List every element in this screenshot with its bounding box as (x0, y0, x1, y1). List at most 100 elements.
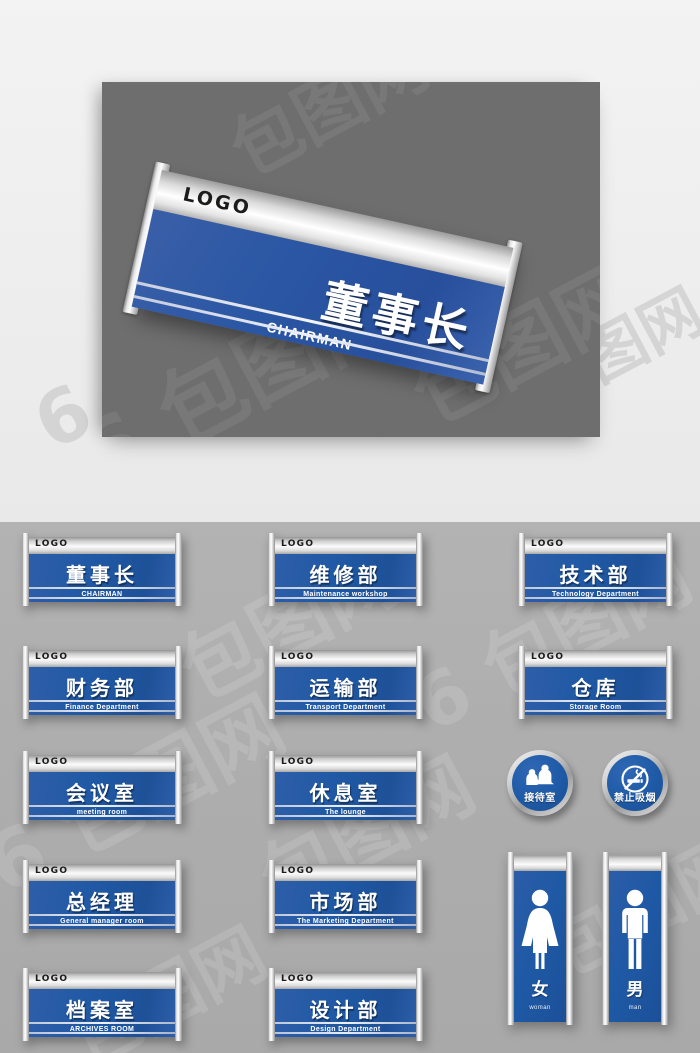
sign-title-cn: 市场部 (309, 890, 382, 914)
sign-divider (273, 700, 418, 702)
sign-divider (273, 1022, 418, 1024)
sign-divider-lower (27, 924, 177, 926)
sign-body: 财务部 Finance Department (27, 667, 177, 715)
sign-card[interactable]: LOGO 档案室 ARCHIVES ROOM (22, 968, 182, 1041)
sign-card[interactable]: LOGO 运输部 Transport Department (268, 646, 423, 719)
sign-body: 设计部 Design Department (273, 989, 418, 1037)
sign-left-rail (22, 533, 29, 606)
sign-header-strip: LOGO (27, 537, 177, 554)
sign-card[interactable]: LOGO 仓库 Storage Room (518, 646, 673, 719)
sign-left-rail (518, 646, 525, 719)
sign-body: 休息室 The lounge (273, 772, 418, 820)
vertical-sign[interactable]: 女 woman (507, 852, 573, 1025)
circular-sign-label: 禁止吸烟 (614, 793, 656, 804)
sign-left-rail (22, 860, 29, 933)
sign-card[interactable]: LOGO 会议室 meeting room (22, 751, 182, 824)
sign-left-rail (22, 751, 29, 824)
sign-title-cn: 档案室 (66, 998, 138, 1022)
sign-title-cn: 仓库 (571, 676, 620, 700)
sign-logo-label: LOGO (35, 652, 69, 662)
sign-title-cn: 总经理 (66, 890, 138, 914)
sign-header-strip: LOGO (273, 650, 418, 667)
sign-divider (27, 805, 177, 807)
sign-card[interactable]: LOGO 休息室 The lounge (268, 751, 423, 824)
vertical-sign-title-en: man (628, 1005, 642, 1011)
sign-title-cn: 董事长 (66, 563, 138, 587)
sign-left-rail (268, 968, 275, 1041)
sign-left-rail (268, 860, 275, 933)
sign-divider (273, 805, 418, 807)
sign-title-cn: 财务部 (66, 676, 138, 700)
sign-left-rail (268, 646, 275, 719)
hero-section: 6 包图网 包图网 6 包图网 包图网 包图网 LOGO 董事长 CHAIRMA… (0, 0, 700, 522)
sign-right-rail (666, 646, 673, 719)
sign-logo-label: LOGO (281, 539, 315, 549)
sign-divider-lower (27, 815, 177, 817)
sign-card[interactable]: LOGO 财务部 Finance Department (22, 646, 182, 719)
sign-body: 技术部 Technology Department (523, 554, 668, 602)
sign-logo-label: LOGO (281, 974, 315, 984)
circular-sign[interactable]: 接待室 (507, 750, 573, 816)
sign-body: 总经理 General manager room (27, 881, 177, 929)
sign-header-strip: LOGO (27, 755, 177, 772)
sign-divider-lower (273, 815, 418, 817)
sign-divider-lower (273, 597, 418, 599)
sign-header-strip: LOGO (273, 537, 418, 554)
sign-card[interactable]: LOGO 设计部 Design Department (268, 968, 423, 1041)
vertical-sign-title-cn: 女 (531, 980, 549, 1000)
plaque-logo-label: LOGO (180, 183, 254, 220)
sign-divider (27, 700, 177, 702)
sign-divider-lower (523, 597, 668, 599)
sign-logo-label: LOGO (531, 652, 565, 662)
circular-sign[interactable]: 禁止吸烟 (602, 750, 668, 816)
sign-card[interactable]: LOGO 董事长 CHAIRMAN (22, 533, 182, 606)
sign-header-strip: LOGO (273, 864, 418, 881)
sign-body: 维修部 Maintenance workshop (273, 554, 418, 602)
sign-body: 市场部 The Marketing Department (273, 881, 418, 929)
sign-header-strip: LOGO (523, 537, 668, 554)
sign-header-strip: LOGO (27, 972, 177, 989)
sign-right-rail (416, 751, 423, 824)
sign-right-rail (416, 860, 423, 933)
sign-left-rail (268, 751, 275, 824)
sign-divider-lower (273, 710, 418, 712)
sign-logo-label: LOGO (281, 757, 315, 767)
sign-right-rail (416, 968, 423, 1041)
sign-left-rail (22, 968, 29, 1041)
male-figure-icon (607, 887, 663, 978)
sign-card[interactable]: LOGO 总经理 General manager room (22, 860, 182, 933)
sign-header-strip: LOGO (27, 650, 177, 667)
sign-header-strip: LOGO (273, 972, 418, 989)
sign-body: 运输部 Transport Department (273, 667, 418, 715)
sign-title-cn: 维修部 (309, 563, 382, 587)
hero-plaque: LOGO 董事长 CHAIRMAN (122, 161, 523, 398)
sign-divider (27, 914, 177, 916)
vertical-sign-right-rail (566, 852, 573, 1025)
sign-header-strip: LOGO (27, 864, 177, 881)
sign-right-rail (416, 533, 423, 606)
sign-divider (523, 700, 668, 702)
sign-right-rail (175, 751, 182, 824)
sign-logo-label: LOGO (35, 757, 69, 767)
vertical-sign-header-strip (607, 855, 663, 871)
sign-logo-label: LOGO (531, 539, 565, 549)
sign-divider (523, 587, 668, 589)
sign-card[interactable]: LOGO 技术部 Technology Department (518, 533, 673, 606)
sign-title-cn: 会议室 (66, 781, 138, 805)
sign-title-cn: 技术部 (559, 563, 632, 587)
sign-left-rail (22, 646, 29, 719)
sign-divider-lower (273, 924, 418, 926)
sign-body: 董事长 CHAIRMAN (27, 554, 177, 602)
sign-logo-label: LOGO (281, 652, 315, 662)
sign-title-cn: 运输部 (309, 676, 382, 700)
sign-left-rail (518, 533, 525, 606)
vertical-sign[interactable]: 男 man (602, 852, 668, 1025)
sign-divider-lower (27, 597, 177, 599)
sign-right-rail (175, 646, 182, 719)
sign-card[interactable]: LOGO 市场部 The Marketing Department (268, 860, 423, 933)
sign-card[interactable]: LOGO 维修部 Maintenance workshop (268, 533, 423, 606)
sign-logo-label: LOGO (35, 866, 69, 876)
sign-right-rail (175, 860, 182, 933)
sign-header-strip: LOGO (523, 650, 668, 667)
vertical-sign-title-en: woman (529, 1005, 551, 1011)
